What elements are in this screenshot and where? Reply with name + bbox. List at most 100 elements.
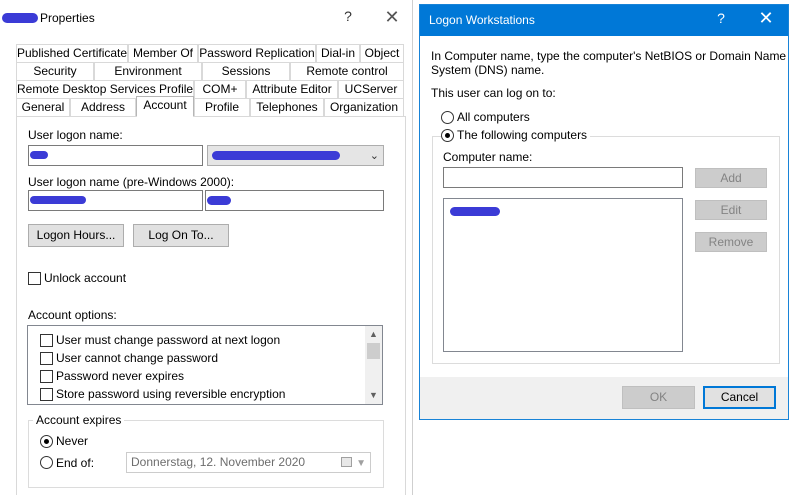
account-expires-title: Account expires: [33, 413, 125, 427]
chevron-down-icon: ⌄: [369, 150, 379, 162]
tab-security[interactable]: Security: [16, 62, 94, 80]
end-of-radio[interactable]: [40, 456, 53, 469]
logon-name-label: User logon name:: [28, 128, 123, 142]
tab-object[interactable]: Object: [360, 44, 404, 62]
option-checkbox[interactable]: [40, 388, 53, 401]
option-label: Store password using reversible encrypti…: [56, 387, 286, 401]
tab-label: Remote control: [306, 64, 388, 78]
option-label: Password never expires: [56, 369, 185, 383]
tab-account[interactable]: Account: [136, 96, 194, 117]
scroll-thumb[interactable]: [367, 343, 380, 359]
tab-com-plus[interactable]: COM+: [194, 80, 246, 98]
redacted-computer-name: [450, 207, 500, 216]
ok-button[interactable]: OK: [622, 386, 695, 409]
tab-label: Remote Desktop Services Profile: [17, 82, 194, 96]
calendar-icon: [341, 457, 352, 467]
cancel-button[interactable]: Cancel: [703, 386, 776, 409]
tab-label: Organization: [329, 100, 399, 114]
scroll-up-icon[interactable]: ▲: [365, 326, 382, 343]
options-scrollbar[interactable]: ▲ ▼: [365, 326, 382, 404]
tab-telephones[interactable]: Telephones: [250, 98, 324, 116]
can-logon-label: This user can log on to:: [431, 86, 556, 100]
account-options-label: Account options:: [28, 308, 117, 322]
chevron-down-icon: ▼: [356, 458, 366, 469]
tab-attribute-editor[interactable]: Attribute Editor: [246, 80, 338, 98]
tab-label: Attribute Editor: [252, 82, 332, 96]
tab-published-certificates[interactable]: Published Certificates: [16, 44, 128, 62]
option-checkbox[interactable]: [40, 334, 53, 347]
tab-address[interactable]: Address: [70, 98, 136, 116]
never-radio[interactable]: [40, 435, 53, 448]
tab-organization[interactable]: Organization: [324, 98, 404, 116]
tab-sessions[interactable]: Sessions: [202, 62, 290, 80]
end-of-date-value: Donnerstag, 12. November 2020: [131, 455, 306, 469]
all-computers-radio[interactable]: [441, 111, 454, 124]
redacted-logon-name: [30, 151, 48, 159]
tab-ucserver[interactable]: UCServer: [338, 80, 404, 98]
computer-name-label: Computer name:: [443, 150, 533, 164]
tab-label: Dial-in: [320, 46, 355, 60]
computers-list[interactable]: [443, 198, 683, 352]
tab-member-of[interactable]: Member Of: [128, 44, 198, 62]
tab-profile[interactable]: Profile: [194, 98, 250, 116]
end-of-label: End of:: [56, 456, 95, 470]
scroll-down-icon[interactable]: ▼: [365, 387, 382, 404]
tab-label: Telephones: [256, 100, 318, 114]
logon-workstations-dialog: Logon Workstations ? ✕ In Computer name,…: [419, 4, 789, 420]
following-computers-label: The following computers: [454, 128, 591, 142]
help-button[interactable]: ?: [713, 10, 729, 26]
tab-environment[interactable]: Environment: [94, 62, 202, 80]
pre2000-label: User logon name (pre-Windows 2000):: [28, 175, 235, 189]
properties-window: Properties ? ✕ Published Certificates Me…: [0, 0, 413, 495]
dialog-titlebar: Logon Workstations ? ✕: [420, 5, 788, 36]
tab-password-replication[interactable]: Password Replication: [198, 44, 316, 62]
close-button[interactable]: ✕: [380, 6, 404, 30]
redacted-pre2000-user: [207, 196, 231, 205]
tab-label: Password Replication: [199, 46, 315, 60]
tab-label: Profile: [204, 100, 239, 114]
account-options-list[interactable]: User must change password at next logon …: [27, 325, 383, 405]
tab-label: Object: [364, 46, 400, 60]
tab-label: Account: [143, 98, 187, 112]
dialog-title: Logon Workstations: [429, 13, 535, 27]
tab-label: Address: [80, 100, 126, 114]
tab-label: UCServer: [344, 82, 398, 96]
redacted-username: [2, 13, 38, 23]
logon-name-input[interactable]: [28, 145, 203, 166]
window-title: Properties: [40, 11, 95, 25]
dialog-body: In Computer name, type the computer's Ne…: [420, 36, 788, 386]
logon-hours-button[interactable]: Logon Hours...: [28, 224, 124, 247]
pre2000-user-input[interactable]: [205, 190, 384, 211]
option-label: User cannot change password: [56, 351, 219, 365]
computer-name-input[interactable]: [443, 167, 683, 188]
unlock-account-checkbox[interactable]: [28, 272, 41, 285]
option-checkbox[interactable]: [40, 352, 53, 365]
option-label: User must change password at next logon: [56, 333, 281, 347]
log-on-to-button[interactable]: Log On To...: [133, 224, 229, 247]
following-computers-radio[interactable]: [441, 129, 454, 142]
end-of-date-picker[interactable]: Donnerstag, 12. November 2020 ▼: [126, 452, 371, 473]
redacted-upn-suffix: [212, 151, 340, 160]
tab-dial-in[interactable]: Dial-in: [316, 44, 360, 62]
tab-label: Environment: [114, 64, 182, 78]
dialog-footer: OK Cancel: [420, 377, 788, 419]
tab-label: Sessions: [221, 64, 271, 78]
close-button[interactable]: ✕: [756, 8, 776, 29]
all-computers-label: All computers: [457, 110, 530, 124]
tab-label: Member Of: [132, 46, 193, 60]
add-button[interactable]: Add: [695, 168, 767, 188]
tab-label: Published Certificates: [17, 46, 128, 60]
tab-remote-control[interactable]: Remote control: [290, 62, 404, 80]
tab-label: COM+: [202, 82, 238, 96]
tab-label: General: [21, 100, 65, 114]
tab-general[interactable]: General: [16, 98, 70, 116]
unlock-account-label: Unlock account: [44, 271, 127, 285]
help-button[interactable]: ?: [338, 8, 358, 28]
edit-button[interactable]: Edit: [695, 200, 767, 220]
remove-button[interactable]: Remove: [695, 232, 767, 252]
tab-label: Security: [33, 64, 77, 78]
redacted-domain: [30, 196, 86, 204]
never-label: Never: [56, 434, 89, 448]
option-checkbox[interactable]: [40, 370, 53, 383]
intro-text-line2: System (DNS) name.: [431, 63, 545, 77]
